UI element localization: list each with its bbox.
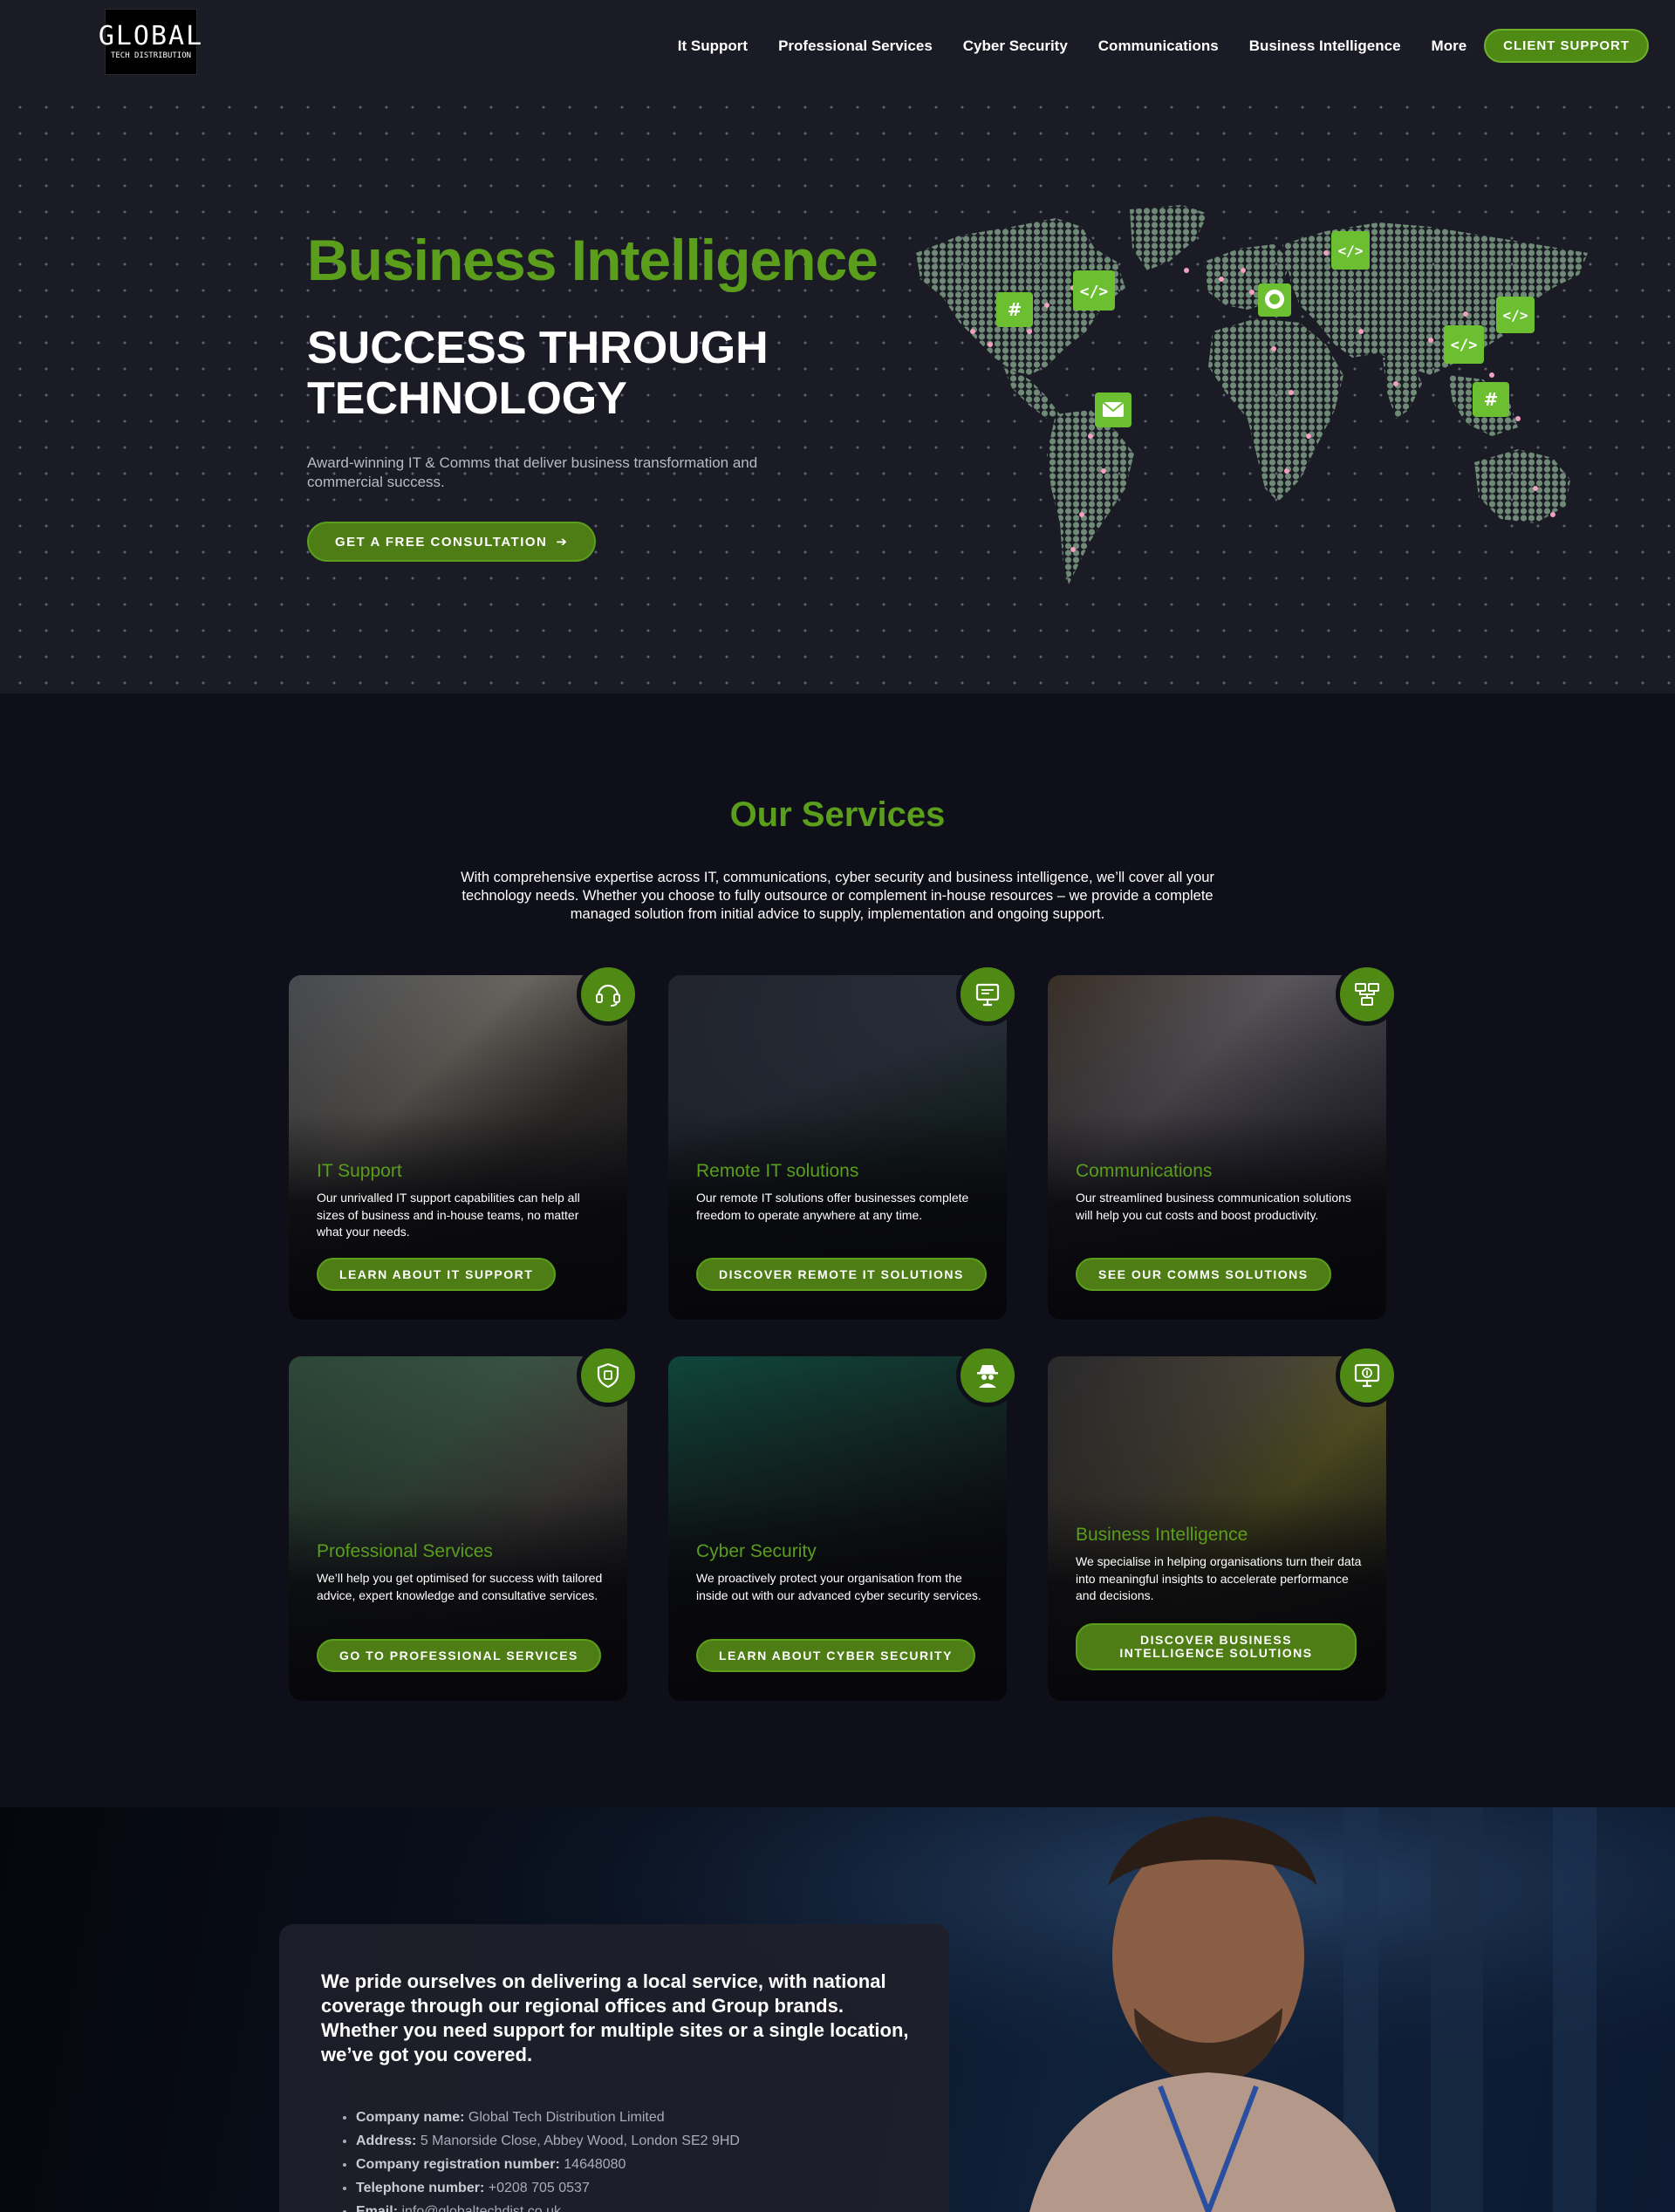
card-text: Our unrivalled IT support capabilities c…: [317, 1191, 580, 1239]
card-body: Communications Our streamlined business …: [1048, 975, 1386, 1320]
card-title: IT Support: [317, 1161, 402, 1181]
email-value[interactable]: info@globaltechdist.co.uk: [401, 2204, 561, 2212]
headset-icon: [577, 963, 639, 1026]
card-text: We specialise in helping organisations t…: [1076, 1554, 1362, 1602]
company-name-value: Global Tech Distribution Limited: [468, 2110, 665, 2125]
hero-subtitle-line2: TECHNOLOGY: [307, 373, 627, 424]
nav-item-business-intelligence[interactable]: Business Intelligence: [1249, 38, 1401, 55]
card-title: Business Intelligence: [1076, 1525, 1248, 1545]
go-professional-services-button[interactable]: GO TO PROFESSIONAL SERVICES: [317, 1639, 601, 1672]
nav-item-cyber-security[interactable]: Cyber Security: [963, 38, 1068, 55]
service-card-it-support: IT Support Our unrivalled IT support cap…: [289, 963, 639, 1320]
coverage-info-box: We pride ourselves on delivering a local…: [279, 1924, 949, 2212]
nav-item-professional-services[interactable]: Professional Services: [778, 38, 933, 55]
world-map-graphic: # </> </> </> </> #: [916, 205, 1588, 584]
hero-subtitle-line1: SUCCESS THROUGH: [307, 323, 769, 373]
service-card-communications: Communications Our streamlined business …: [1048, 963, 1398, 1320]
learn-it-support-button[interactable]: LEARN ABOUT IT SUPPORT: [317, 1258, 557, 1291]
hero-title: Business Intelligence: [307, 228, 879, 292]
coverage-heading: We pride ourselves on delivering a local…: [321, 1970, 909, 2065]
email-item: Email: info@globaltechdist.co.uk: [356, 2200, 740, 2212]
telephone-value[interactable]: +0208 705 0537: [489, 2181, 590, 2195]
telephone-item: Telephone number: +0208 705 0537: [356, 2176, 740, 2200]
site-header: GLOBAL TECH DISTRIBUTION It Support Prof…: [0, 0, 1675, 87]
main-nav: It Support Professional Services Cyber S…: [647, 29, 1649, 63]
spy-icon: [956, 1344, 1019, 1407]
arrow-right-icon: ➔: [556, 535, 569, 550]
telephone-label: Telephone number:: [356, 2181, 485, 2195]
card-body: Business Intelligence We specialise in h…: [1048, 1356, 1386, 1701]
company-details-list: Company name: Global Tech Distribution L…: [356, 2106, 740, 2212]
coverage-section: We pride ourselves on delivering a local…: [0, 1807, 1675, 2212]
service-card-business-intelligence: Business Intelligence We specialise in h…: [1048, 1344, 1398, 1701]
card-title: Cyber Security: [696, 1541, 817, 1561]
service-card-cyber-security: Cyber Security We proactively protect yo…: [668, 1344, 1019, 1701]
email-label: Email:: [356, 2204, 399, 2212]
company-name-label: Company name:: [356, 2110, 465, 2125]
card-text: Our streamlined business communication s…: [1076, 1191, 1351, 1222]
client-support-button[interactable]: CLIENT SUPPORT: [1484, 29, 1649, 63]
company-name-item: Company name: Global Tech Distribution L…: [356, 2106, 740, 2129]
see-comms-solutions-button[interactable]: SEE OUR COMMS SOLUTIONS: [1076, 1258, 1331, 1291]
card-body: Cyber Security We proactively protect yo…: [668, 1356, 1007, 1701]
card-body: IT Support Our unrivalled IT support cap…: [289, 975, 627, 1320]
hero-subtitle: SUCCESS THROUGH TECHNOLOGY: [307, 323, 831, 424]
discover-remote-it-button[interactable]: DISCOVER REMOTE IT SOLUTIONS: [696, 1258, 987, 1291]
card-text: We proactively protect your organisation…: [696, 1571, 981, 1602]
svg-text:</>: </>: [1503, 307, 1528, 324]
registration-label: Company registration number:: [356, 2157, 560, 2172]
svg-text:</>: </>: [1080, 283, 1109, 301]
logo-line1: GLOBAL: [98, 21, 204, 51]
analytics-icon: [1336, 1344, 1398, 1407]
services-description: With comprehensive expertise across IT, …: [461, 870, 1214, 922]
shield-icon: [577, 1344, 639, 1407]
card-title: Remote IT solutions: [696, 1161, 859, 1181]
network-icon: [1336, 963, 1398, 1026]
hero-section: Business Intelligence SUCCESS THROUGH TE…: [0, 87, 1675, 693]
card-body: Remote IT solutions Our remote IT soluti…: [668, 975, 1007, 1320]
svg-text:#: #: [1484, 389, 1499, 410]
nav-item-communications[interactable]: Communications: [1098, 38, 1219, 55]
logo[interactable]: GLOBAL TECH DISTRIBUTION: [99, 9, 202, 75]
free-consultation-label: GET A FREE CONSULTATION: [335, 534, 548, 550]
card-text: Our remote IT solutions offer businesses…: [696, 1191, 969, 1222]
service-card-remote-it: Remote IT solutions Our remote IT soluti…: [668, 963, 1019, 1320]
monitor-icon: [956, 963, 1019, 1026]
service-card-professional-services: Professional Services We’ll help you get…: [289, 1344, 639, 1701]
registration-item: Company registration number: 14648080: [356, 2153, 740, 2176]
svg-text:#: #: [1008, 299, 1022, 320]
nav-item-more[interactable]: More: [1432, 38, 1467, 55]
address-value: 5 Manorside Close, Abbey Wood, London SE…: [420, 2133, 740, 2148]
learn-cyber-security-button[interactable]: LEARN ABOUT CYBER SECURITY: [696, 1639, 975, 1672]
svg-text:</>: </>: [1338, 242, 1364, 259]
nav-item-it-support[interactable]: It Support: [678, 38, 748, 55]
services-title: Our Services: [729, 795, 946, 834]
hero-description: Award-winning IT & Comms that deliver bu…: [307, 454, 758, 490]
address-item: Address: 5 Manorside Close, Abbey Wood, …: [356, 2129, 740, 2153]
free-consultation-button[interactable]: GET A FREE CONSULTATION ➔: [307, 522, 597, 562]
address-label: Address:: [356, 2133, 417, 2148]
card-title: Communications: [1076, 1161, 1213, 1181]
card-title: Professional Services: [317, 1541, 493, 1561]
discover-business-intelligence-button[interactable]: DISCOVER BUSINESS INTELLIGENCE SOLUTIONS: [1076, 1623, 1357, 1670]
card-text: We’ll help you get optimised for success…: [317, 1571, 603, 1602]
svg-text:</>: </>: [1451, 337, 1478, 354]
card-body: Professional Services We’ll help you get…: [289, 1356, 627, 1701]
logo-line2: TECH DISTRIBUTION: [110, 51, 192, 60]
registration-value: 14648080: [564, 2157, 626, 2172]
